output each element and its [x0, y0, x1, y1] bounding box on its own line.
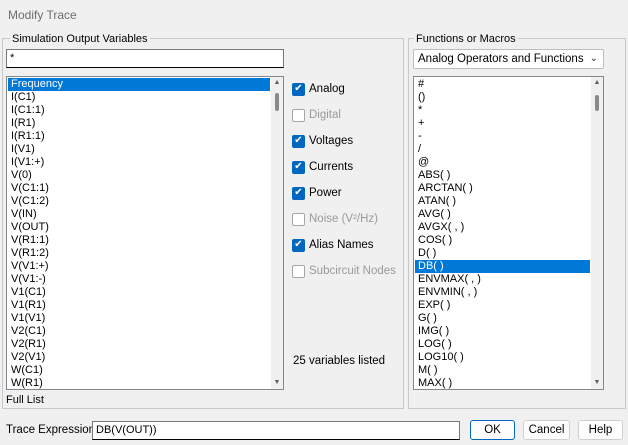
function-list-item[interactable]: () — [415, 91, 590, 104]
variable-list-item[interactable]: V2(C1) — [8, 325, 270, 338]
checkmark-icon: ✔ — [292, 186, 305, 200]
function-list-item[interactable]: ABS( ) — [415, 169, 590, 182]
function-list-item[interactable]: + — [415, 117, 590, 130]
scroll-down-icon[interactable]: ▼ — [271, 377, 283, 389]
trace-expression-label: Trace Expression: — [6, 424, 99, 436]
checkmark-icon: ✔ — [292, 238, 305, 252]
simulation-variables-header: Simulation Output Variables — [10, 33, 150, 45]
variable-list-item[interactable]: V(C1:2) — [8, 195, 270, 208]
checkmark-icon: ✔ — [292, 82, 305, 96]
variable-list-item[interactable]: V1(V1) — [8, 312, 270, 325]
function-list-item[interactable]: MAX( ) — [415, 377, 590, 389]
scroll-thumb[interactable] — [595, 95, 599, 111]
variable-list-item[interactable]: V(C1:1) — [8, 182, 270, 195]
subcircuit-nodes-checkbox: Subcircuit Nodes — [292, 263, 396, 279]
function-list-item[interactable]: LOG10( ) — [415, 351, 590, 364]
voltages-checkbox[interactable]: ✔ Voltages — [292, 133, 353, 149]
variable-list-item[interactable]: I(V1:+) — [8, 156, 270, 169]
ok-button[interactable]: OK — [470, 420, 515, 440]
variable-list-item[interactable]: I(R1:1) — [8, 130, 270, 143]
window-title: Modify Trace — [8, 8, 77, 22]
variable-list-item[interactable]: V1(R1) — [8, 299, 270, 312]
function-list-item[interactable]: D( ) — [415, 247, 590, 260]
functions-list[interactable]: #() * + - / @ ABS( ) ARCTAN( ) ATAN( ) AVG( ) AVGX… — [413, 76, 604, 390]
function-list-item[interactable]: IMG( ) — [415, 325, 590, 338]
function-list-item[interactable]: EXP( ) — [415, 299, 590, 312]
function-list-item[interactable]: @ — [415, 156, 590, 169]
alias-names-checkbox[interactable]: ✔ Alias Names — [292, 237, 374, 253]
variable-list-item[interactable]: V(V1:+) — [8, 260, 270, 273]
full-list-label: Full List — [6, 394, 44, 406]
variable-list-item[interactable]: V(OUT) — [8, 221, 270, 234]
function-list-item[interactable]: ARCTAN( ) — [415, 182, 590, 195]
function-list-item[interactable]: DB( ) — [415, 260, 590, 273]
power-checkbox[interactable]: ✔ Power — [292, 185, 342, 201]
functions-scrollbar[interactable]: ▲ ▼ — [591, 77, 603, 389]
variable-list-item[interactable]: V(0) — [8, 169, 270, 182]
function-list-item[interactable]: * — [415, 104, 590, 117]
variable-list-item[interactable]: V1(C1) — [8, 286, 270, 299]
checkmark-icon: ✔ — [292, 160, 305, 174]
empty-checkbox-icon — [292, 212, 305, 226]
empty-checkbox-icon — [292, 108, 305, 122]
function-list-item[interactable]: ENVMIN( , ) — [415, 286, 590, 299]
variables-count-label: 25 variables listed — [293, 355, 386, 367]
help-button[interactable]: Help — [578, 420, 623, 440]
functions-header: Functions or Macros — [414, 33, 518, 45]
functions-category-dropdown[interactable]: Analog Operators and Functions ⌄ — [413, 49, 604, 69]
chevron-down-icon: ⌄ — [589, 53, 598, 64]
variable-list-item[interactable]: W(R1) — [8, 377, 270, 389]
variable-filter-input[interactable]: * — [6, 49, 284, 68]
variable-list-item[interactable]: V(V1:-) — [8, 273, 270, 286]
trace-expression-input[interactable]: DB(V(OUT)) — [92, 421, 460, 440]
variable-list-item[interactable]: W(C1) — [8, 364, 270, 377]
variable-list-item[interactable]: V(R1:2) — [8, 247, 270, 260]
variable-list-item[interactable]: V2(V1) — [8, 351, 270, 364]
function-list-item[interactable]: G( ) — [415, 312, 590, 325]
variable-list-item[interactable]: V(R1:1) — [8, 234, 270, 247]
variable-list-item[interactable]: I(C1) — [8, 91, 270, 104]
analog-checkbox[interactable]: ✔ Analog — [292, 81, 345, 97]
variable-list-item[interactable]: Frequency — [8, 78, 270, 91]
function-list-item[interactable]: - — [415, 130, 590, 143]
function-list-item[interactable]: COS( ) — [415, 234, 590, 247]
variable-list-item[interactable]: I(V1) — [8, 143, 270, 156]
function-list-item[interactable]: M( ) — [415, 364, 590, 377]
function-list-item[interactable]: LOG( ) — [415, 338, 590, 351]
function-list-item[interactable]: ENVMAX( , ) — [415, 273, 590, 286]
scroll-up-icon[interactable]: ▲ — [591, 77, 603, 89]
scroll-thumb[interactable] — [275, 93, 279, 111]
function-list-item[interactable]: ATAN( ) — [415, 195, 590, 208]
empty-checkbox-icon — [292, 264, 305, 278]
function-list-item[interactable]: # — [415, 78, 590, 91]
variables-scrollbar[interactable]: ▲ ▼ — [271, 77, 283, 389]
scroll-up-icon[interactable]: ▲ — [271, 77, 283, 89]
variable-list-item[interactable]: I(C1:1) — [8, 104, 270, 117]
function-list-item[interactable]: / — [415, 143, 590, 156]
dropdown-value: Analog Operators and Functions — [418, 53, 584, 65]
variable-list-item[interactable]: V2(R1) — [8, 338, 270, 351]
cancel-button[interactable]: Cancel — [523, 420, 570, 440]
function-list-item[interactable]: AVG( ) — [415, 208, 590, 221]
scroll-down-icon[interactable]: ▼ — [591, 377, 603, 389]
variable-list-item[interactable]: V(IN) — [8, 208, 270, 221]
digital-checkbox: Digital — [292, 107, 341, 123]
noise-checkbox: Noise (V²/Hz) — [292, 211, 378, 227]
function-list-item[interactable]: AVGX( , ) — [415, 221, 590, 234]
variable-list-item[interactable]: I(R1) — [8, 117, 270, 130]
checkmark-icon: ✔ — [292, 134, 305, 148]
currents-checkbox[interactable]: ✔ Currents — [292, 159, 353, 175]
variables-list[interactable]: Frequency I(C1) I(C1:1) I(R1) I(R1:1) I(V1) I(… — [6, 76, 284, 390]
